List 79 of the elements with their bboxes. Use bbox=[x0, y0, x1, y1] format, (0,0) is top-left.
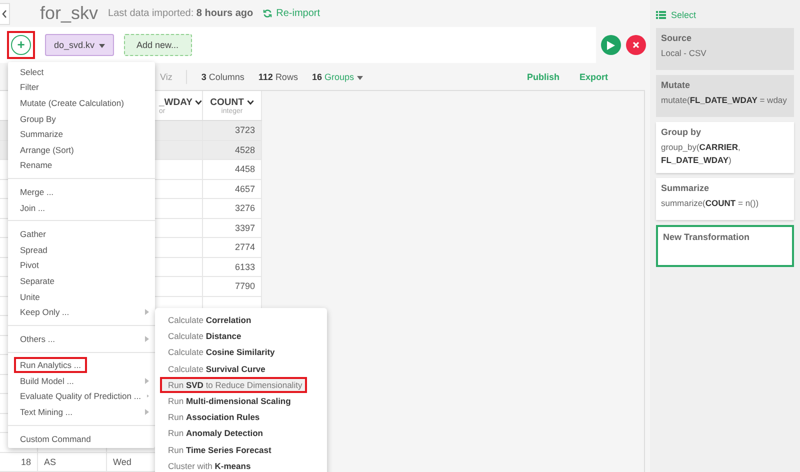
step-code: summarize(COUNT = n()) bbox=[661, 196, 760, 210]
menu-item[interactable]: Spread bbox=[8, 242, 155, 258]
submenu-item[interactable]: Calculate Cosine Similarity bbox=[155, 344, 327, 361]
import-status: Last data imported: 8 hours ago bbox=[108, 8, 254, 19]
step-card[interactable]: Group by group_by(CARRIER, FL_DATE_WDAY) bbox=[656, 122, 794, 172]
caret-icon bbox=[356, 76, 363, 80]
submenu-arrow-icon bbox=[146, 393, 149, 400]
table-cell: 3723 bbox=[203, 121, 262, 140]
table-cell: 4458 bbox=[203, 160, 262, 178]
menu-item[interactable]: Rename bbox=[8, 158, 155, 174]
table-cell: AS bbox=[38, 452, 107, 471]
step-title: Source bbox=[661, 33, 693, 43]
menu-item[interactable]: Group By bbox=[8, 110, 155, 126]
submenu-arrow-icon bbox=[145, 309, 149, 316]
menu-item[interactable]: Text Mining ... bbox=[8, 404, 155, 420]
menu-item[interactable]: Mutate (Create Calculation) bbox=[8, 95, 155, 111]
submenu-item[interactable]: Calculate Distance bbox=[155, 328, 327, 344]
menu-item[interactable]: Filter bbox=[8, 80, 155, 96]
table-cell: 18 bbox=[0, 452, 38, 471]
table-cell: 3276 bbox=[203, 199, 262, 218]
menu-item[interactable]: Custom Command bbox=[8, 430, 155, 446]
submenu-item[interactable]: Run SVD to Reduce Dimensionality bbox=[160, 376, 307, 393]
new-step-card[interactable]: New Transformation bbox=[656, 224, 794, 266]
cancel-button[interactable] bbox=[626, 35, 646, 55]
submenu-item[interactable]: Calculate Correlation bbox=[155, 312, 327, 328]
stat-text: 3 Columns bbox=[201, 72, 244, 82]
menu-item[interactable]: Join ... bbox=[8, 200, 155, 216]
submenu-item[interactable]: Run Association Rules bbox=[155, 409, 327, 426]
step-title: New Transformation bbox=[663, 232, 751, 242]
refresh-icon bbox=[263, 9, 272, 18]
menu-item[interactable]: Arrange (Sort) bbox=[8, 142, 155, 158]
column-header[interactable]: _WDAY bbox=[159, 96, 202, 108]
table-cell: 2774 bbox=[203, 238, 262, 256]
submenu-arrow-icon bbox=[145, 378, 149, 384]
column-header[interactable]: COUNT bbox=[210, 96, 254, 108]
step-code: mutate(FL_DATE_WDAY = wday bbox=[661, 94, 788, 107]
menu-item[interactable]: Keep Only ... bbox=[8, 304, 155, 320]
menu-item[interactable]: Separate bbox=[8, 273, 155, 289]
chevron-down-icon bbox=[246, 100, 254, 104]
menu-item[interactable]: Pivot bbox=[8, 258, 155, 274]
step-code: Local - CSV bbox=[661, 47, 708, 60]
menu-item[interactable]: Others ... bbox=[8, 330, 155, 346]
add-new-tab[interactable]: Add new... bbox=[124, 34, 192, 56]
menu-item[interactable]: Merge ... bbox=[8, 184, 155, 200]
close-icon bbox=[633, 42, 639, 48]
step-title: Summarize bbox=[661, 182, 710, 192]
back-button[interactable] bbox=[0, 2, 10, 24]
step-code: group_by(CARRIER, FL_DATE_WDAY) bbox=[661, 141, 742, 166]
stat-text: 112 Rows bbox=[258, 72, 298, 82]
step-title: Mutate bbox=[661, 80, 691, 90]
submenu-arrow-icon bbox=[145, 409, 149, 416]
menu-item[interactable]: Summarize bbox=[8, 126, 155, 142]
menu-item[interactable]: Gather bbox=[8, 226, 155, 242]
play-icon bbox=[607, 40, 615, 50]
table-cell: 3397 bbox=[203, 218, 262, 237]
table-cell: 6133 bbox=[203, 258, 262, 276]
submenu-item[interactable]: Calculate Survival Curve bbox=[155, 360, 327, 377]
table-cell: 7790 bbox=[203, 277, 262, 296]
menu-item[interactable]: Build Model ... bbox=[8, 373, 155, 389]
submenu-item[interactable]: Run Multi-dimensional Scaling bbox=[155, 392, 327, 410]
chevron-left-icon bbox=[2, 10, 7, 18]
run-button[interactable] bbox=[601, 35, 621, 55]
table-cell: 4528 bbox=[203, 140, 262, 159]
table-cell: 4657 bbox=[203, 180, 262, 198]
list-icon bbox=[656, 11, 666, 19]
dataset-title: for_skv bbox=[40, 3, 98, 24]
submenu-item[interactable]: Run Anomaly Detection bbox=[155, 425, 327, 442]
menu-item[interactable]: Unite bbox=[8, 288, 155, 304]
caret-icon bbox=[98, 44, 105, 48]
menu-item[interactable]: Select bbox=[8, 64, 155, 80]
chevron-down-icon bbox=[195, 100, 202, 104]
step-card[interactable]: Source Local - CSV bbox=[656, 28, 794, 70]
branch-tab[interactable]: do_svd.kv bbox=[45, 34, 114, 56]
menu-item[interactable]: Evaluate Quality of Prediction ... bbox=[8, 388, 155, 404]
step-card[interactable]: Mutate mutate(FL_DATE_WDAY = wday bbox=[656, 75, 794, 117]
step-card[interactable]: Summarize summarize(COUNT = n()) bbox=[656, 178, 794, 220]
submenu-arrow-icon bbox=[145, 336, 149, 342]
step-title: Group by bbox=[661, 127, 702, 137]
groups-dropdown[interactable]: 16 Groups bbox=[312, 72, 363, 82]
